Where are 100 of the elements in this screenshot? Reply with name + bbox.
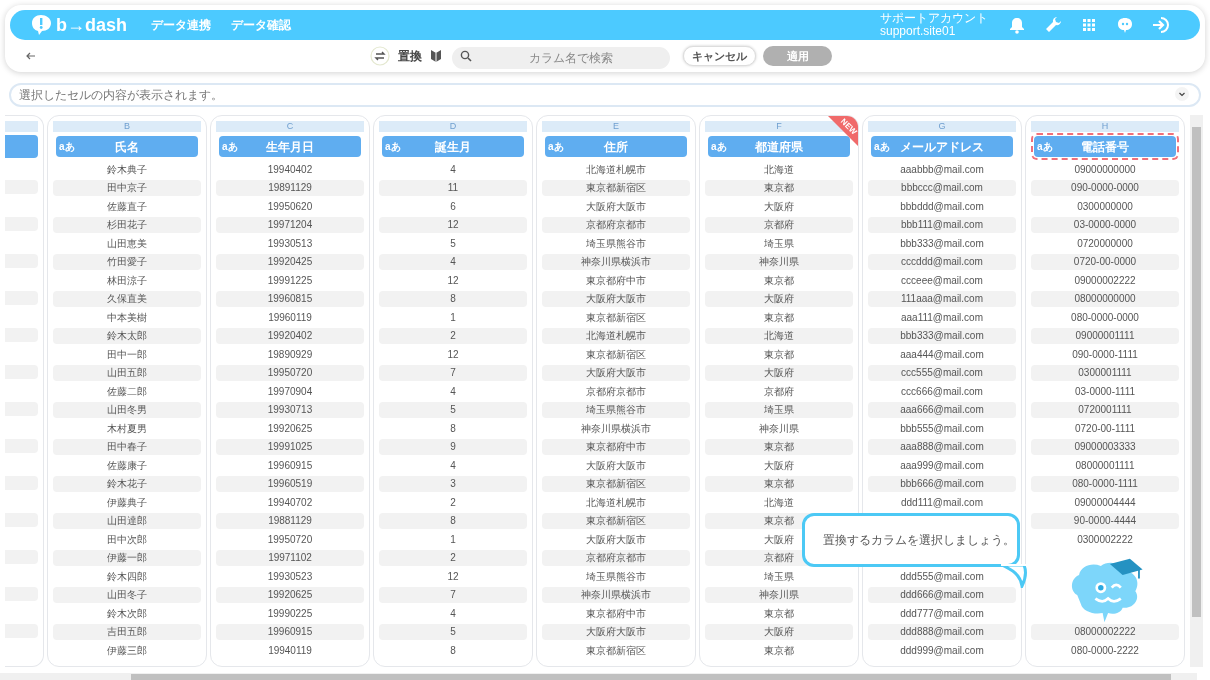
table-cell[interactable]: 北海道札幌市: [542, 494, 690, 511]
table-cell[interactable]: 08000001111: [1031, 457, 1179, 474]
table-cell[interactable]: 埼玉県熊谷市: [542, 235, 690, 252]
table-cell[interactable]: 京都府京都市: [542, 383, 690, 400]
table-cell[interactable]: 東京都: [705, 346, 853, 363]
table-cell[interactable]: 山田恵美: [53, 235, 201, 252]
table-cell[interactable]: 2: [379, 549, 527, 566]
table-cell[interactable]: 東京都: [705, 272, 853, 289]
table-cell[interactable]: 19960815: [216, 290, 364, 307]
table-cell[interactable]: 東京都府中市: [542, 438, 690, 455]
table-cell[interactable]: 080-0000-1111: [1031, 475, 1179, 492]
table-cell[interactable]: 08000002222: [1031, 623, 1179, 640]
table-cell[interactable]: 大阪府: [705, 364, 853, 381]
table-cell[interactable]: 東京都府中市: [542, 605, 690, 622]
sign-in-icon[interactable]: [1152, 16, 1170, 34]
table-cell[interactable]: ddd999@mail.com: [868, 642, 1016, 659]
table-cell[interactable]: 北海道: [705, 161, 853, 178]
table-cell[interactable]: 5: [379, 623, 527, 640]
table-cell[interactable]: 0720001111: [1031, 401, 1179, 418]
table-cell[interactable]: 090-0000-0000: [1031, 179, 1179, 196]
table-cell[interactable]: 12: [379, 216, 527, 233]
table-cell[interactable]: 佐藤直子: [53, 198, 201, 215]
table-cell[interactable]: 東京都新宿区: [542, 475, 690, 492]
table-cell[interactable]: bbb666@mail.com: [868, 475, 1016, 492]
table-cell[interactable]: 鈴木花子: [53, 475, 201, 492]
table-cell[interactable]: 田中春子: [53, 438, 201, 455]
table-cell[interactable]: 19930713: [216, 401, 364, 418]
chevron-down-icon[interactable]: [1175, 87, 1189, 101]
table-cell[interactable]: bbbddd@mail.com: [868, 198, 1016, 215]
table-cell[interactable]: 4: [379, 383, 527, 400]
table-cell[interactable]: 4: [379, 253, 527, 270]
table-cell[interactable]: ddd888@mail.com: [868, 623, 1016, 640]
table-cell[interactable]: 神奈川県横浜市: [542, 420, 690, 437]
table-cell[interactable]: 09000003333: [1031, 438, 1179, 455]
table-cell[interactable]: 8: [379, 420, 527, 437]
table-cell[interactable]: 林田涼子: [53, 272, 201, 289]
table-cell[interactable]: 杉田花子: [53, 216, 201, 233]
table-cell[interactable]: 京都府京都市: [542, 549, 690, 566]
table-cell[interactable]: bbbccc@mail.com: [868, 179, 1016, 196]
table-cell[interactable]: 神奈川県横浜市: [542, 586, 690, 603]
table-cell[interactable]: 鈴木太郎: [53, 327, 201, 344]
table-cell[interactable]: 鈴木次郎: [53, 605, 201, 622]
table-cell[interactable]: 東京都新宿区: [542, 179, 690, 196]
back-arrow-icon[interactable]: [26, 52, 36, 60]
table-cell[interactable]: 埼玉県: [705, 401, 853, 418]
bell-icon[interactable]: [1008, 16, 1026, 34]
table-cell[interactable]: 19950620: [216, 198, 364, 215]
table-cell[interactable]: 19950720: [216, 364, 364, 381]
table-cell[interactable]: 木村夏男: [53, 420, 201, 437]
table-cell[interactable]: 佐藤康子: [53, 457, 201, 474]
table-cell[interactable]: 19920625: [216, 420, 364, 437]
table-cell[interactable]: 京都府京都市: [542, 216, 690, 233]
table-cell[interactable]: 大阪府大阪市: [542, 531, 690, 548]
table-cell[interactable]: 北海道札幌市: [542, 327, 690, 344]
table-cell[interactable]: 大阪府大阪市: [542, 364, 690, 381]
table-cell[interactable]: ddd555@mail.com: [868, 568, 1016, 585]
table-cell[interactable]: 19991225: [216, 272, 364, 289]
table-cell[interactable]: 080-0000-2222: [1031, 642, 1179, 659]
table-cell[interactable]: 5: [379, 401, 527, 418]
table-cell[interactable]: 9: [379, 438, 527, 455]
table-cell[interactable]: 大阪府大阪市: [542, 290, 690, 307]
table-cell[interactable]: 19971204: [216, 216, 364, 233]
table-cell[interactable]: 大阪府大阪市: [542, 198, 690, 215]
table-cell[interactable]: 東京都新宿区: [542, 346, 690, 363]
table-cell[interactable]: cccddd@mail.com: [868, 253, 1016, 270]
table-cell[interactable]: aaabbb@mail.com: [868, 161, 1016, 178]
table-cell[interactable]: 19960915: [216, 623, 364, 640]
table-cell[interactable]: 0300001111: [1031, 364, 1179, 381]
table-cell[interactable]: 19960119: [216, 309, 364, 326]
table-cell[interactable]: 山田冬男: [53, 401, 201, 418]
search-field[interactable]: カラム名で検索: [452, 47, 670, 69]
table-cell[interactable]: 19971102: [216, 549, 364, 566]
table-cell[interactable]: 伊藤一郎: [53, 549, 201, 566]
table-cell[interactable]: 8: [379, 512, 527, 529]
table-cell[interactable]: 吉田五郎: [53, 623, 201, 640]
table-cell[interactable]: 東京都: [705, 475, 853, 492]
table-cell[interactable]: 2: [379, 494, 527, 511]
table-cell[interactable]: 東京都: [705, 179, 853, 196]
table-cell[interactable]: 大阪府: [705, 198, 853, 215]
table-cell[interactable]: 埼玉県: [705, 568, 853, 585]
cancel-button[interactable]: キャンセル: [683, 46, 756, 66]
vertical-scrollbar[interactable]: [1190, 115, 1203, 667]
table-cell[interactable]: 神奈川県: [705, 420, 853, 437]
table-cell[interactable]: 鈴木典子: [53, 161, 201, 178]
table-cell[interactable]: 山田冬子: [53, 586, 201, 603]
table-cell[interactable]: 08000000000: [1031, 290, 1179, 307]
table-cell[interactable]: bbb333@mail.com: [868, 327, 1016, 344]
table-cell[interactable]: 6: [379, 198, 527, 215]
table-cell[interactable]: 0720000000: [1031, 235, 1179, 252]
table-cell[interactable]: 90-0000-4444: [1031, 512, 1179, 529]
table-cell[interactable]: 0720-00-1111: [1031, 420, 1179, 437]
table-cell[interactable]: bbb333@mail.com: [868, 235, 1016, 252]
table-cell[interactable]: 0300002222: [1031, 531, 1179, 548]
table-cell[interactable]: 19960519: [216, 475, 364, 492]
cell-preview-field[interactable]: 選択したセルの内容が表示されます。: [9, 83, 1201, 107]
table-cell[interactable]: 東京都新宿区: [542, 642, 690, 659]
table-cell[interactable]: 03-0000-1111: [1031, 383, 1179, 400]
table-cell[interactable]: 東京都: [705, 309, 853, 326]
table-cell[interactable]: 大阪府大阪市: [542, 457, 690, 474]
table-cell[interactable]: 2: [379, 327, 527, 344]
